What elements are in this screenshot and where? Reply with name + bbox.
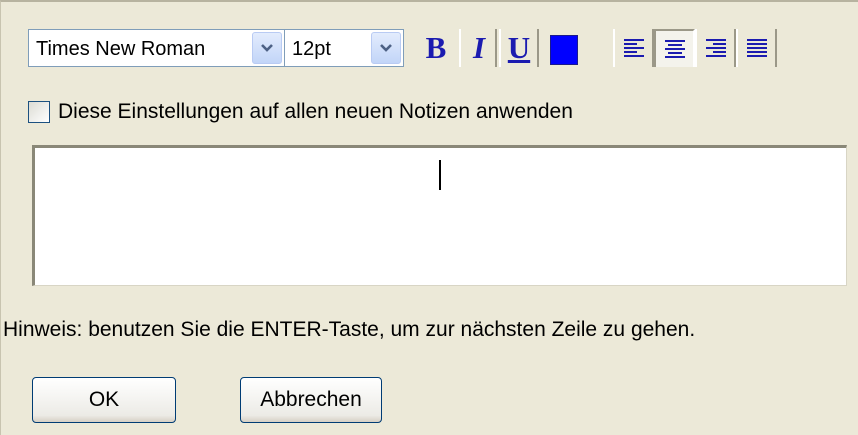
font-family-value: Times New Roman	[36, 38, 206, 60]
note-text-input[interactable]	[32, 145, 847, 286]
font-family-select[interactable]: Times New Roman	[28, 29, 285, 67]
chevron-down-icon[interactable]	[371, 32, 401, 64]
ok-button[interactable]: OK	[32, 377, 176, 423]
italic-button[interactable]: I	[459, 29, 497, 67]
font-size-select[interactable]: 12pt	[284, 29, 404, 67]
cancel-button[interactable]: Abbrechen	[240, 377, 382, 423]
apply-all-checkbox[interactable]	[28, 101, 50, 123]
alignment-group	[613, 29, 783, 67]
align-right-button[interactable]	[695, 29, 736, 67]
align-center-icon	[664, 40, 685, 58]
align-left-button[interactable]	[613, 29, 654, 67]
align-center-button[interactable]	[654, 29, 695, 67]
apply-all-checkbox-row: Diese Einstellungen auf allen neuen Noti…	[28, 100, 573, 124]
text-caret	[439, 160, 441, 190]
align-left-icon	[623, 39, 644, 57]
bold-button[interactable]: B	[417, 29, 455, 67]
align-justify-button[interactable]	[736, 29, 777, 67]
note-format-dialog: Times New Roman 12pt B I U Diese Einstel…	[0, 0, 858, 435]
hint-text: Hinweis: benutzen Sie die ENTER-Taste, u…	[3, 318, 696, 341]
text-color-button[interactable]	[550, 35, 578, 65]
font-size-value: 12pt	[292, 38, 331, 60]
align-right-icon	[705, 39, 726, 57]
align-justify-icon	[746, 39, 767, 57]
chevron-down-icon[interactable]	[252, 32, 282, 64]
apply-all-label[interactable]: Diese Einstellungen auf allen neuen Noti…	[58, 100, 573, 124]
underline-button[interactable]: U	[499, 29, 539, 67]
